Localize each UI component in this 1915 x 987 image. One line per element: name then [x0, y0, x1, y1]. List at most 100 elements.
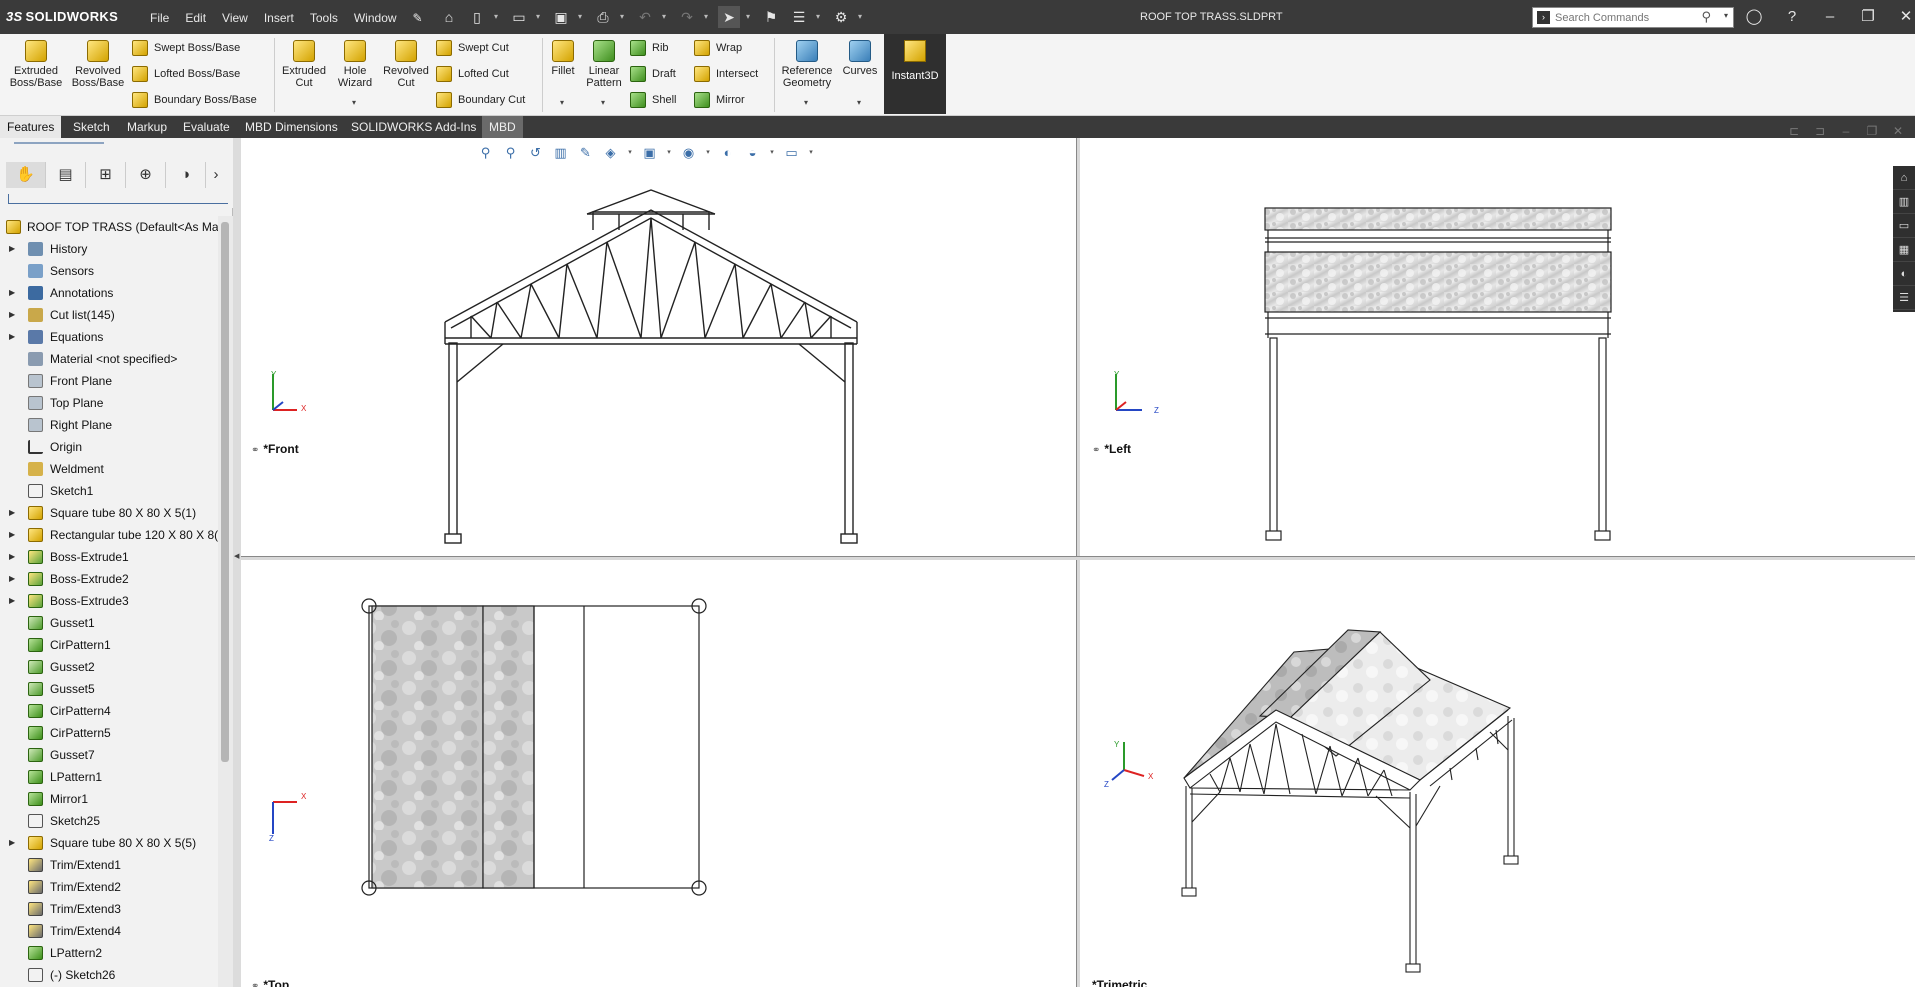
design-library-icon[interactable]: ▥: [1893, 190, 1915, 214]
link-views-icon[interactable]: ⚭: [1092, 445, 1100, 456]
configuration-manager-tab-icon[interactable]: ⊞: [86, 162, 126, 188]
redo-dropdown-icon[interactable]: ▾: [704, 6, 712, 28]
display-manager-tab-icon[interactable]: ◑: [166, 162, 206, 188]
user-account-icon[interactable]: ◯: [1742, 6, 1766, 28]
expand-arrow-icon[interactable]: ▶: [9, 326, 15, 348]
tree-item[interactable]: LPattern1: [0, 766, 218, 788]
menu-edit[interactable]: Edit: [177, 11, 214, 25]
redo-icon[interactable]: ↷: [676, 6, 698, 28]
viewport-restore-icon[interactable]: ❐: [1864, 124, 1880, 138]
tree-item[interactable]: Sketch1: [0, 480, 218, 502]
intersect-button[interactable]: Intersect: [694, 63, 758, 85]
file-properties-icon[interactable]: ☰: [788, 6, 810, 28]
tree-item[interactable]: (-) Sketch26: [0, 964, 218, 986]
view-settings-icon[interactable]: ▭: [782, 144, 801, 162]
search-icon[interactable]: ⚲: [1701, 9, 1711, 25]
viewport-prev-icon[interactable]: ⊏: [1786, 124, 1802, 138]
tab-markup[interactable]: Markup: [120, 116, 174, 138]
view-orientation-icon[interactable]: ◈: [601, 144, 620, 162]
search-commands-input[interactable]: [1555, 10, 1695, 25]
tree-item[interactable]: Trim/Extend1: [0, 854, 218, 876]
expand-arrow-icon[interactable]: ▶: [9, 568, 15, 590]
tab-mbd[interactable]: MBD: [482, 116, 523, 138]
scrollbar-thumb[interactable]: [221, 222, 229, 762]
tree-item[interactable]: ▶ Boss-Extrude2: [0, 568, 218, 590]
linear-pattern-button[interactable]: Linear Pattern: [582, 40, 626, 89]
search-dropdown-icon[interactable]: ▾: [1724, 11, 1728, 20]
dimxpert-manager-tab-icon[interactable]: ⊕: [126, 162, 166, 188]
tree-item[interactable]: ▶ Equations: [0, 326, 218, 348]
zoom-to-area-icon[interactable]: ⚲: [501, 144, 520, 162]
more-tabs-chevron-icon[interactable]: ›: [206, 162, 226, 188]
solidworks-resources-icon[interactable]: ⌂: [1893, 166, 1915, 190]
viewport-left[interactable]: Y Z ⚭ *Left: [1080, 138, 1915, 556]
tree-item[interactable]: ▶ Square tube 80 X 80 X 5(5): [0, 832, 218, 854]
tab-features[interactable]: Features: [0, 116, 62, 138]
tree-item[interactable]: Weldment: [0, 458, 218, 480]
tree-item[interactable]: LPattern2: [0, 942, 218, 964]
viewport-front[interactable]: Y X ⚭ *Front: [241, 138, 1076, 556]
solidworks-logo[interactable]: 3S SOLIDWORKS: [6, 9, 118, 24]
extruded-boss-button[interactable]: Extruded Boss/Base: [6, 40, 66, 89]
print-dropdown-icon[interactable]: ▾: [620, 6, 628, 28]
tree-item[interactable]: CirPattern4: [0, 700, 218, 722]
tree-item[interactable]: ▶ Boss-Extrude1: [0, 546, 218, 568]
lofted-cut-button[interactable]: Lofted Cut: [436, 63, 509, 85]
tree-item[interactable]: Right Plane: [0, 414, 218, 436]
tab-solidworks-add-ins[interactable]: SOLIDWORKS Add-Ins: [344, 116, 483, 138]
display-style-icon[interactable]: ▣: [640, 144, 659, 162]
viewport-minimize-icon[interactable]: –: [1838, 124, 1854, 138]
tree-item[interactable]: Gusset1: [0, 612, 218, 634]
save-dropdown-icon[interactable]: ▾: [578, 6, 586, 28]
appearances-icon[interactable]: ◐: [1893, 262, 1915, 286]
swept-boss-button[interactable]: Swept Boss/Base: [132, 37, 240, 59]
tree-item[interactable]: Gusset5: [0, 678, 218, 700]
menu-insert[interactable]: Insert: [256, 11, 302, 25]
hole-wizard-dropdown-icon[interactable]: ▾: [352, 98, 356, 107]
minimize-icon[interactable]: –: [1818, 6, 1842, 28]
tree-item[interactable]: ▶ Rectangular tube 120 X 80 X 8(1: [0, 524, 218, 546]
fillet-dropdown-icon[interactable]: ▾: [560, 98, 564, 107]
shell-button[interactable]: Shell: [630, 89, 676, 111]
dynamic-annotation-icon[interactable]: ✎: [576, 144, 595, 162]
print-icon[interactable]: ⎙: [592, 6, 614, 28]
viewport-vertical-splitter[interactable]: [1076, 138, 1080, 987]
swept-cut-button[interactable]: Swept Cut: [436, 37, 509, 59]
undo-icon[interactable]: ↶: [634, 6, 656, 28]
tree-item[interactable]: Gusset2: [0, 656, 218, 678]
draft-button[interactable]: Draft: [630, 63, 676, 85]
open-folder-icon[interactable]: ▭: [508, 6, 530, 28]
viewport-trimetric[interactable]: Y X Z *Trimetric: [1080, 560, 1915, 987]
wrap-button[interactable]: Wrap: [694, 37, 742, 59]
expand-arrow-icon[interactable]: ▶: [9, 282, 15, 304]
tree-item[interactable]: Origin: [0, 436, 218, 458]
instant3d-button[interactable]: Instant3D: [884, 34, 946, 114]
expand-arrow-icon[interactable]: ▶: [9, 304, 15, 326]
hide-show-items-icon[interactable]: ◉: [679, 144, 698, 162]
tree-item[interactable]: Material <not specified>: [0, 348, 218, 370]
select-dropdown-icon[interactable]: ▾: [746, 6, 754, 28]
open-dropdown-icon[interactable]: ▾: [536, 6, 544, 28]
view-orientation-dropdown-icon[interactable]: ▾: [626, 144, 634, 162]
splitter-arrow-icon[interactable]: ◀: [234, 552, 239, 560]
options-gear-icon[interactable]: ⚙: [830, 6, 852, 28]
tree-item[interactable]: ▶ Boss-Extrude3: [0, 590, 218, 612]
reference-geometry-button[interactable]: Reference Geometry: [778, 40, 836, 89]
revolved-cut-button[interactable]: Revolved Cut: [380, 40, 432, 89]
pin-icon[interactable]: ✎: [405, 11, 431, 25]
menu-window[interactable]: Window: [346, 11, 405, 25]
save-icon[interactable]: ▣: [550, 6, 572, 28]
properties-dropdown-icon[interactable]: ▾: [816, 6, 824, 28]
viewport-top[interactable]: X Z ⚭ *Top: [241, 560, 1076, 987]
tree-item[interactable]: Trim/Extend4: [0, 920, 218, 942]
hide-show-dropdown-icon[interactable]: ▾: [704, 144, 712, 162]
mirror-button[interactable]: Mirror: [694, 89, 745, 111]
expand-arrow-icon[interactable]: ▶: [9, 546, 15, 568]
file-explorer-icon[interactable]: ▭: [1893, 214, 1915, 238]
view-palette-icon[interactable]: ▦: [1893, 238, 1915, 262]
rib-button[interactable]: Rib: [630, 37, 669, 59]
expand-arrow-icon[interactable]: ▶: [9, 238, 15, 260]
tree-root-part[interactable]: ROOF TOP TRASS (Default<As Mac: [0, 216, 218, 238]
property-manager-tab-icon[interactable]: ▤: [46, 162, 86, 188]
close-icon[interactable]: ✕: [1894, 6, 1915, 28]
